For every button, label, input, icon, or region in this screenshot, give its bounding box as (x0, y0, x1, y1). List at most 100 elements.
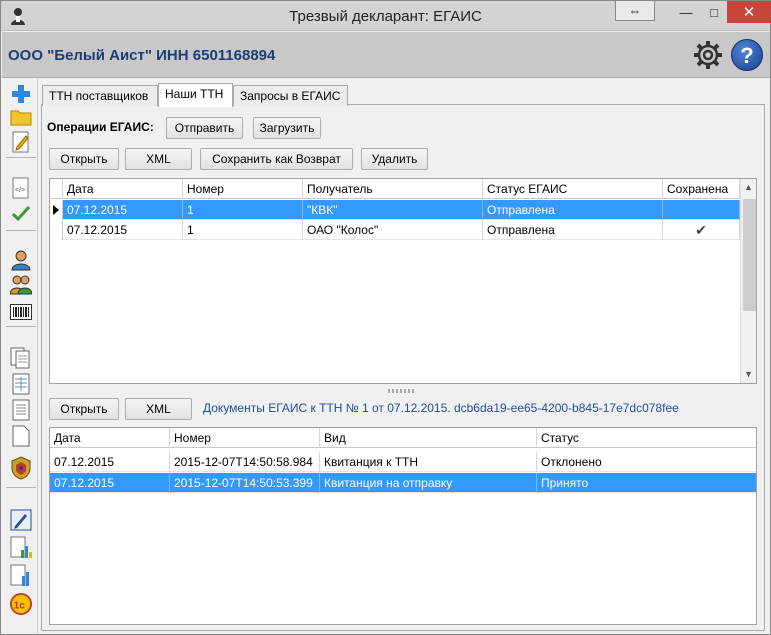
user-icon (11, 250, 31, 271)
column-header-number[interactable]: Номер (170, 428, 320, 448)
table-button[interactable] (10, 373, 32, 395)
toolbar-separator (6, 230, 36, 231)
row-pointer-icon (53, 205, 59, 215)
close-icon: ✕ (742, 4, 756, 21)
egais-operations-label: Операции ЕГАИС: (47, 120, 154, 134)
cell-saved[interactable]: ✔ (663, 220, 740, 240)
documents-grid-header: Дата Номер Вид Статус (50, 428, 756, 448)
splitter-handle[interactable] (388, 389, 416, 393)
column-header-kind[interactable]: Вид (320, 428, 537, 448)
column-header-recipient[interactable]: Получатель (303, 179, 483, 199)
1c-icon: 1c (10, 593, 32, 615)
left-toolbar: </> 1c (2, 79, 38, 634)
check-button[interactable] (10, 202, 32, 224)
open-folder-button[interactable] (10, 106, 32, 128)
report-chart-alt-button[interactable] (10, 564, 32, 587)
cell-date: 07.12.2015 (63, 220, 183, 240)
table-row[interactable]: 07.12.2015 1 "КВК" Отправлена (50, 200, 740, 220)
documents-icon (10, 347, 30, 369)
tab-egais-requests[interactable]: Запросы в ЕГАИС (233, 85, 348, 106)
minimize-icon: — (679, 4, 693, 20)
delete-button[interactable]: Удалить (361, 148, 428, 170)
column-header-egais-status[interactable]: Статус ЕГАИС (483, 179, 663, 199)
open-button[interactable]: Открыть (49, 148, 119, 170)
chevron-up-icon[interactable]: ▲ (744, 182, 753, 192)
table-row[interactable]: 07.12.2015 2015-12-07T14:50:58.984 Квита… (50, 452, 756, 472)
scrollbar-thumb[interactable] (743, 199, 756, 311)
cell-number: 1 (183, 200, 303, 220)
check-icon (11, 205, 31, 222)
emblem-icon (11, 456, 31, 480)
table-icon (12, 373, 30, 395)
company-title: ООО "Белый Аист" ИНН 6501168894 (8, 47, 276, 64)
column-header-status[interactable]: Статус (537, 428, 756, 448)
load-button[interactable]: Загрузить (253, 117, 321, 139)
cell-status: Принято (541, 476, 589, 490)
save-as-return-button[interactable]: Сохранить как Возврат (200, 148, 353, 170)
title-bar: Трезвый декларант: ЕГАИС ⇔ — □ ✕ (1, 1, 771, 31)
document-xml-button[interactable]: XML (125, 398, 192, 420)
column-header-date[interactable]: Дата (63, 179, 183, 199)
edit-button[interactable] (10, 131, 32, 153)
close-button[interactable]: ✕ (727, 1, 771, 23)
toolbar-separator (6, 487, 36, 488)
emblem-button[interactable] (10, 456, 32, 480)
cell-recipient: ОАО "Колос" (303, 220, 483, 240)
chevron-down-icon[interactable]: ▼ (744, 369, 753, 379)
report-chart-button[interactable] (10, 536, 32, 559)
column-header-number[interactable]: Номер (183, 179, 303, 199)
cell-kind: Квитанция на отправку (320, 473, 537, 493)
documents-button[interactable] (10, 347, 32, 369)
documents-info-text: Документы ЕГАИС к ТТН № 1 от 07.12.2015.… (203, 401, 679, 415)
column-header-saved[interactable]: Сохранена (663, 179, 740, 199)
app-window: Трезвый декларант: ЕГАИС ⇔ — □ ✕ ООО "Бе… (0, 0, 771, 635)
send-button[interactable]: Отправить (166, 117, 243, 139)
barcode-button[interactable] (10, 301, 32, 323)
report-chart-alt-icon (10, 564, 29, 586)
add-button[interactable] (10, 83, 32, 105)
cell-number: 1 (183, 220, 303, 240)
cell-date: 07.12.2015 (63, 200, 183, 220)
ttn-grid[interactable]: Дата Номер Получатель Статус ЕГАИС Сохра… (49, 178, 757, 384)
column-header-date[interactable]: Дата (50, 428, 170, 448)
blank-page-button[interactable] (10, 425, 32, 447)
help-button[interactable]: ? (731, 39, 763, 71)
cell-date: 07.12.2015 (50, 452, 170, 472)
users-button[interactable] (10, 274, 32, 296)
table-row[interactable]: 07.12.2015 2015-12-07T14:50:53.399 Квита… (50, 473, 756, 493)
row-header-corner (50, 179, 63, 199)
cell-egais-status: Отправлена (483, 220, 663, 240)
document-icon (12, 399, 30, 421)
cell-egais-status: Отправлена (483, 200, 663, 220)
gear-icon[interactable] (692, 39, 724, 71)
user-button[interactable] (10, 249, 32, 271)
minimize-button[interactable]: — (673, 1, 699, 23)
company-header: ООО "Белый Аист" ИНН 6501168894 ? (2, 32, 770, 78)
maximize-icon: □ (710, 4, 718, 20)
cell-kind: Квитанция к ТТН (320, 452, 537, 472)
cell-status: Отклонено (541, 455, 602, 469)
cell-saved[interactable] (663, 200, 740, 220)
toolbar-separator (6, 157, 36, 158)
folder-icon (10, 110, 32, 126)
tab-our-ttn[interactable]: Наши ТТН (158, 83, 233, 107)
document-button[interactable] (10, 399, 32, 421)
open-document-button[interactable]: Открыть (49, 398, 119, 420)
svg-text:</>: </> (15, 187, 25, 194)
add-icon (12, 85, 30, 103)
barcode-icon (10, 304, 32, 320)
users-icon (10, 275, 32, 295)
xml-document-button[interactable]: </> (10, 177, 32, 199)
1c-button[interactable]: 1c (10, 593, 32, 615)
xml-button[interactable]: XML (125, 148, 192, 170)
cell-date: 07.12.2015 (50, 473, 170, 493)
documents-grid[interactable]: Дата Номер Вид Статус 07.12.2015 2015-12… (49, 427, 757, 625)
table-row[interactable]: 07.12.2015 1 ОАО "Колос" Отправлена ✔ (50, 220, 740, 240)
resize-button[interactable]: ⇔ (615, 1, 655, 21)
resize-icon: ⇔ (628, 3, 642, 18)
ttn-grid-scrollbar[interactable]: ▲ ▼ (740, 179, 756, 383)
pen-button[interactable] (10, 509, 32, 531)
maximize-button[interactable]: □ (701, 1, 727, 23)
svg-text:1c: 1c (14, 601, 26, 612)
tab-supplier-ttn[interactable]: ТТН поставщиков (42, 85, 158, 106)
